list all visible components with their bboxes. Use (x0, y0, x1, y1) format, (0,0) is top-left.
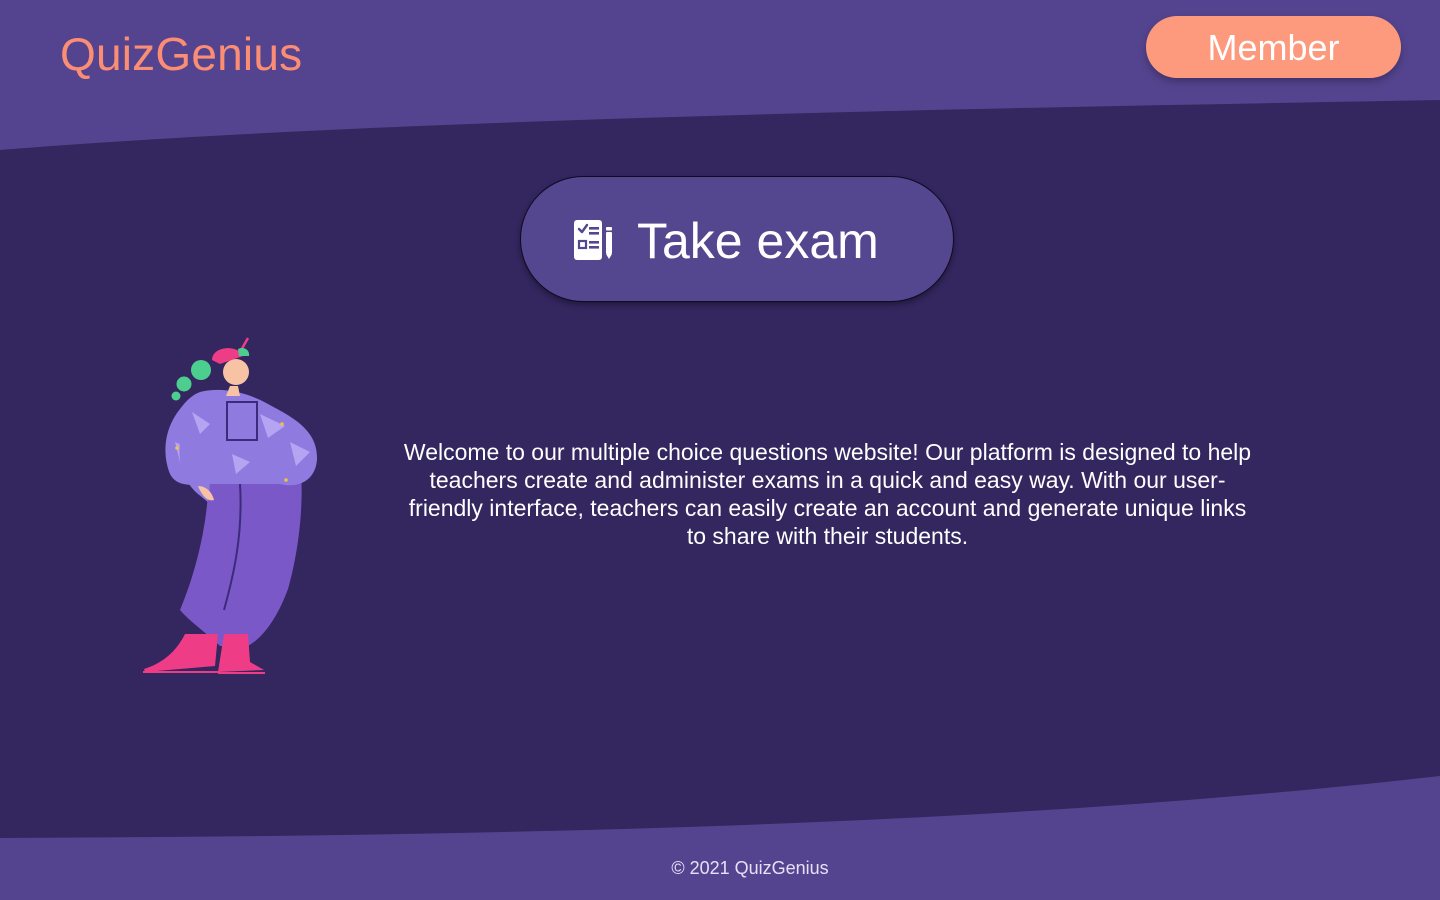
take-exam-button[interactable]: Take exam (520, 176, 954, 302)
page: QuizGenius Member Take exam Welcome to o… (0, 0, 1440, 900)
footer-copyright: © 2021 QuizGenius (671, 858, 829, 878)
welcome-text: Welcome to our multiple choice questions… (403, 439, 1252, 549)
brand-logo[interactable]: QuizGenius (60, 26, 302, 82)
exam-checklist-icon (574, 220, 612, 260)
footer-wave (0, 776, 1440, 900)
member-button[interactable]: Member (1146, 16, 1401, 78)
take-exam-label: Take exam (637, 213, 879, 269)
header: QuizGenius Member (0, 0, 1440, 100)
thinking-person-illustration (143, 337, 318, 674)
